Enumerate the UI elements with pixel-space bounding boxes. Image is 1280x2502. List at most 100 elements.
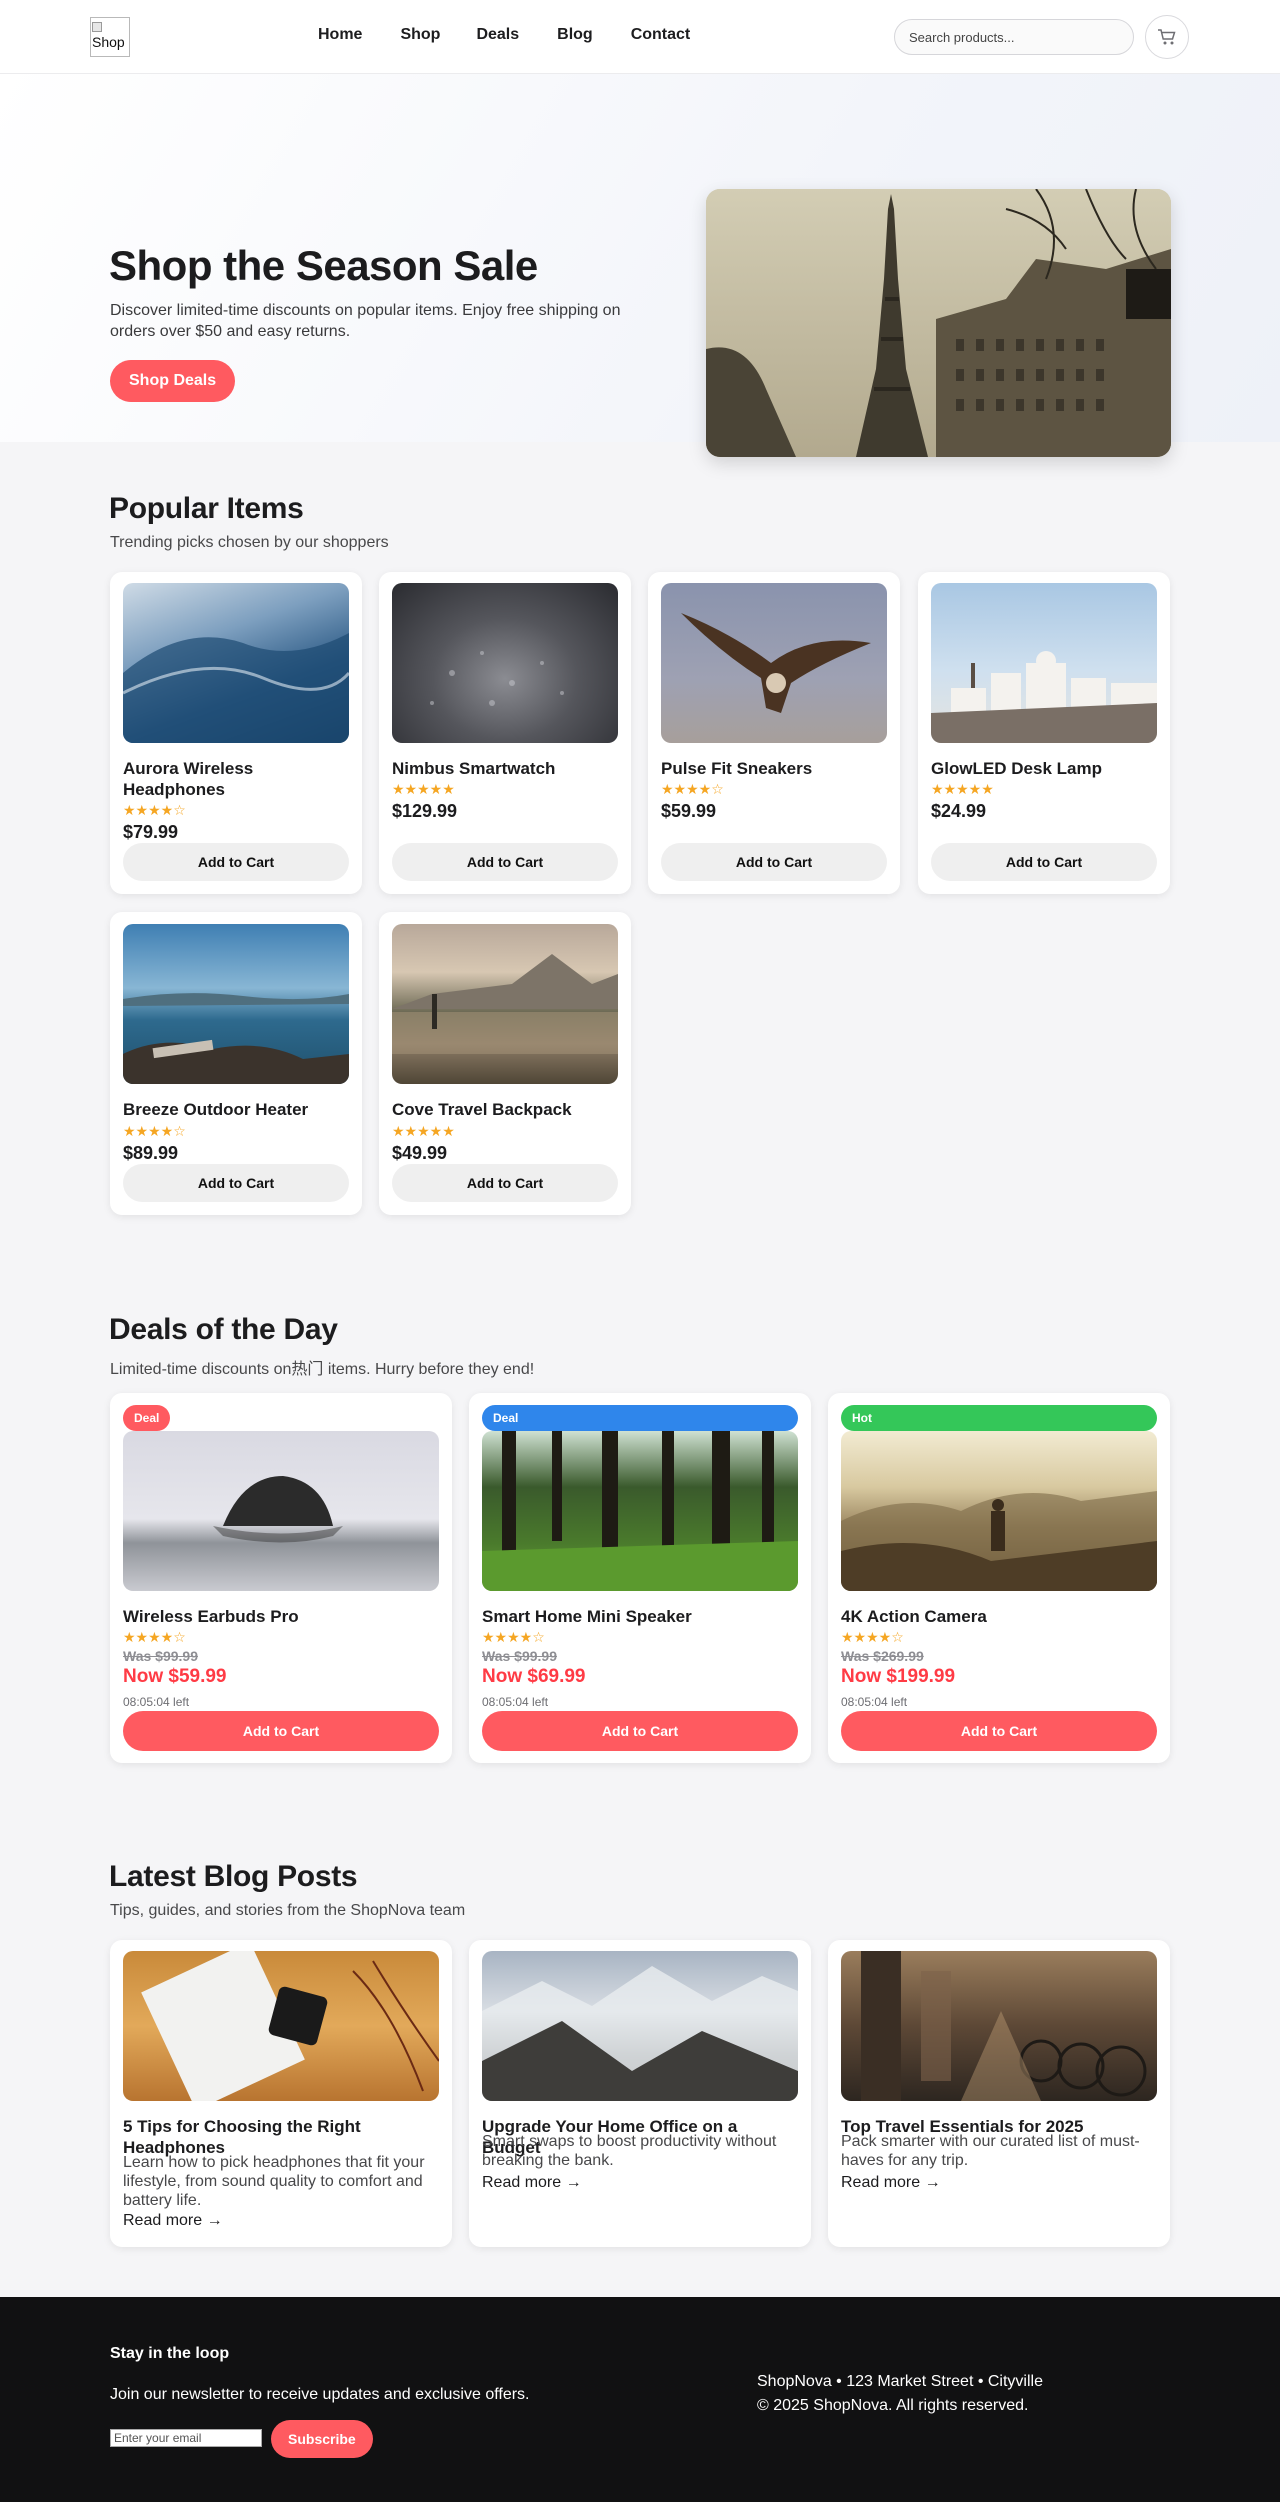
popular-title: Popular Items [109,492,304,525]
product-card: Pulse Fit Sneakers ★★★★☆ $59.99 Add to C… [648,572,900,894]
product-card: Nimbus Smartwatch ★★★★★ $129.99 Add to C… [379,572,631,894]
newsletter-text: Join our newsletter to receive updates a… [110,2386,530,2403]
subscribe-button[interactable]: Subscribe [271,2420,373,2458]
blog-title: Latest Blog Posts [109,1860,358,1893]
product-price: $79.99 [123,822,179,842]
cart-icon [1158,29,1176,45]
read-more-link[interactable]: Read more → [482,2174,582,2192]
deal-image[interactable] [482,1431,798,1591]
product-card: Aurora Wireless Headphones ★★★★☆ $79.99 … [110,572,362,894]
deal-image[interactable] [123,1431,439,1591]
blog-post-excerpt: Learn how to pick headphones that fit yo… [123,2154,425,2209]
footer-copyright: © 2025 ShopNova. All rights reserved. [757,2397,1029,2414]
now-price: Now $69.99 [482,1666,586,1687]
add-to-cart-button[interactable]: Add to Cart [931,843,1157,881]
product-name[interactable]: GlowLED Desk Lamp [931,758,1157,779]
main-nav: Home Shop Deals Blog Contact [318,26,728,44]
blog-post-title[interactable]: 5 Tips for Choosing the Right Headphones [123,2116,439,2158]
blog-post-excerpt: Smart swaps to boost productivity withou… [482,2133,777,2169]
countdown: 08:05:04 left [123,1695,190,1709]
product-price: $129.99 [392,801,458,821]
add-to-cart-button[interactable]: Add to Cart [661,843,887,881]
broken-image-icon [92,22,102,32]
product-image[interactable] [123,583,349,743]
footer-info: ShopNova • 123 Market Street • Cityville… [757,2370,1043,2418]
was-price: Was $269.99 [841,1648,924,1664]
nav-deals[interactable]: Deals [476,26,519,44]
add-to-cart-button[interactable]: Add to Cart [482,1711,798,1751]
hero-section: Shop the Season Sale Discover limited-ti… [0,74,1280,457]
blog-subtitle: Tips, guides, and stories from the ShopN… [110,1902,466,1919]
rating-stars: ★★★★★ [931,781,994,797]
popular-subtitle: Trending picks chosen by our shoppers [110,534,389,551]
deal-badge: Hot [841,1405,1157,1431]
add-to-cart-button[interactable]: Add to Cart [392,843,618,881]
product-image[interactable] [392,924,618,1084]
was-price: Was $99.99 [482,1648,557,1664]
nav-contact[interactable]: Contact [631,26,691,44]
deal-badge: Deal [482,1405,798,1431]
read-more-link[interactable]: Read more → [123,2212,223,2230]
product-price: $59.99 [661,801,717,821]
product-card: Cove Travel Backpack ★★★★★ $49.99 Add to… [379,912,631,1215]
deal-card: Deal Smart Home Mini Speaker ★★★★☆ Was $… [469,1393,811,1763]
add-to-cart-button[interactable]: Add to Cart [123,1711,439,1751]
deal-name[interactable]: Smart Home Mini Speaker [482,1606,798,1627]
blog-post-excerpt: Pack smarter with our curated list of mu… [841,2133,1140,2169]
nav-home[interactable]: Home [318,26,362,44]
rating-stars: ★★★★☆ [482,1629,545,1645]
now-price: Now $59.99 [123,1666,227,1687]
nav-blog[interactable]: Blog [557,26,593,44]
hero-title: Shop the Season Sale [109,242,538,289]
email-field[interactable] [110,2429,262,2447]
deal-card: Deal Wireless Earbuds Pro ★★★★☆ Was $99.… [110,1393,452,1763]
hero-image-paris [706,189,1171,457]
product-price: $24.99 [931,801,987,821]
blog-card: Upgrade Your Home Office on a Budget Sma… [469,1940,811,2247]
deals-subtitle: Limited-time discounts on热门 items. Hurry… [110,1361,535,1378]
footer-address: ShopNova • 123 Market Street • Cityville [757,2373,1043,2390]
product-image[interactable] [123,924,349,1084]
deal-badge: Deal [123,1405,171,1431]
rating-stars: ★★★★★ [392,781,455,797]
blog-card: 5 Tips for Choosing the Right Headphones… [110,1940,452,2247]
product-image[interactable] [392,583,618,743]
add-to-cart-button[interactable]: Add to Cart [123,1164,349,1202]
was-price: Was $99.99 [123,1648,198,1664]
rating-stars: ★★★★☆ [661,781,724,797]
cart-button[interactable] [1145,15,1189,59]
product-image[interactable] [931,583,1157,743]
deal-name[interactable]: Wireless Earbuds Pro [123,1606,439,1627]
product-name[interactable]: Pulse Fit Sneakers [661,758,887,779]
deal-name[interactable]: 4K Action Camera [841,1606,1157,1627]
add-to-cart-button[interactable]: Add to Cart [841,1711,1157,1751]
blog-card: Top Travel Essentials for 2025 Pack smar… [828,1940,1170,2247]
nav-shop[interactable]: Shop [400,26,440,44]
product-name[interactable]: Aurora Wireless Headphones [123,758,349,800]
product-name[interactable]: Cove Travel Backpack [392,1099,618,1120]
product-price: $49.99 [392,1143,448,1163]
rating-stars: ★★★★★ [392,1123,455,1139]
product-name[interactable]: Nimbus Smartwatch [392,758,618,779]
deals-title: Deals of the Day [109,1313,338,1346]
countdown: 08:05:04 left [841,1695,908,1709]
deal-image[interactable] [841,1431,1157,1591]
blog-image[interactable] [123,1951,439,2101]
deal-card: Hot 4K Action Camera ★★★★☆ Was $269.99 N… [828,1393,1170,1763]
read-more-link[interactable]: Read more → [841,2174,941,2192]
product-card: GlowLED Desk Lamp ★★★★★ $24.99 Add to Ca… [918,572,1170,894]
add-to-cart-button[interactable]: Add to Cart [392,1164,618,1202]
blog-image[interactable] [841,1951,1157,2101]
newsletter-heading: Stay in the loop [110,2345,230,2362]
shop-deals-button[interactable]: Shop Deals [110,360,236,402]
now-price: Now $199.99 [841,1666,956,1687]
hero-text: Discover limited-time discounts on popul… [110,302,621,340]
product-image[interactable] [661,583,887,743]
add-to-cart-button[interactable]: Add to Cart [123,843,349,881]
product-card: Breeze Outdoor Heater ★★★★☆ $89.99 Add t… [110,912,362,1215]
rating-stars: ★★★★☆ [841,1629,904,1645]
site-logo[interactable]: Shop [90,17,130,57]
search-input[interactable] [894,19,1134,55]
blog-image[interactable] [482,1951,798,2101]
product-name[interactable]: Breeze Outdoor Heater [123,1099,349,1120]
